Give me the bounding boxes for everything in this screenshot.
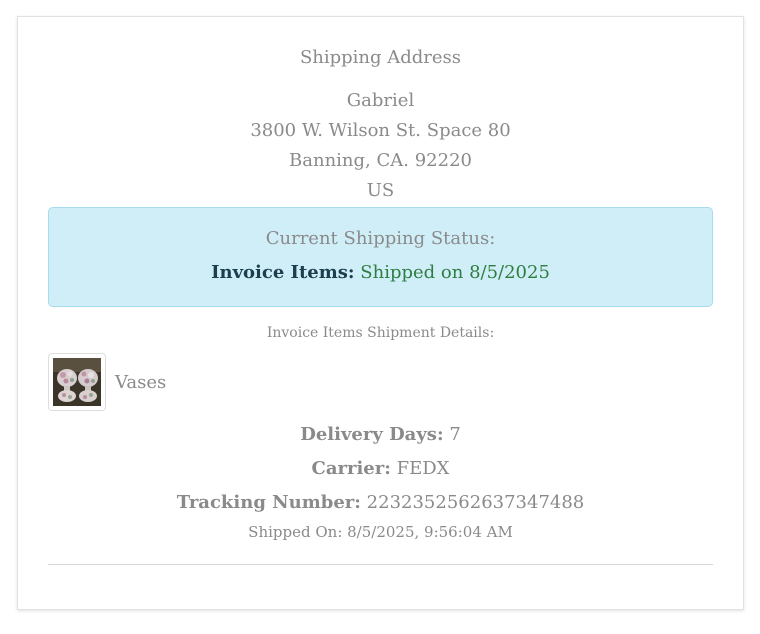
delivery-days: Delivery Days: 7: [48, 424, 713, 445]
invoice-item: Vases: [48, 352, 166, 412]
status-line: Invoice Items: Shipped on 8/5/2025: [49, 262, 712, 283]
city-state-zip: Banning, CA. 92220: [289, 150, 472, 171]
item-name: Vases: [115, 371, 167, 393]
tracking-number: Tracking Number: 2232352562637347488: [48, 492, 713, 513]
divider: [48, 564, 713, 565]
carrier: Carrier: FEDX: [48, 458, 713, 479]
delivery-days-value: 7: [449, 424, 461, 445]
tracking-number-label: Tracking Number:: [176, 492, 361, 513]
country: US: [366, 180, 395, 201]
recipient-name: Gabriel: [346, 90, 415, 111]
shipment-details-heading: Invoice Items Shipment Details:: [266, 325, 495, 341]
item-thumbnail[interactable]: [48, 353, 106, 411]
tracking-number-value[interactable]: 2232352562637347488: [367, 492, 585, 513]
card-content: Shipping Address Gabriel 3800 W. Wilson …: [48, 17, 713, 609]
status-value: Shipped on 8/5/2025: [360, 262, 550, 283]
carrier-label: Carrier:: [311, 458, 391, 479]
shipping-details-card: Shipping Address Gabriel 3800 W. Wilson …: [17, 16, 744, 610]
shipped-on-timestamp: Shipped On: 8/5/2025, 9:56:04 AM: [248, 523, 513, 541]
vases-photo-icon: [53, 358, 101, 406]
carrier-value: FEDX: [396, 458, 450, 479]
shipping-address-heading: Shipping Address: [299, 47, 462, 68]
street-address: 3800 W. Wilson St. Space 80: [250, 120, 511, 141]
status-title: Current Shipping Status:: [265, 228, 496, 249]
status-label: Invoice Items:: [211, 262, 355, 283]
delivery-days-label: Delivery Days:: [300, 424, 444, 445]
shipping-status-alert: Current Shipping Status: Invoice Items: …: [48, 207, 713, 307]
